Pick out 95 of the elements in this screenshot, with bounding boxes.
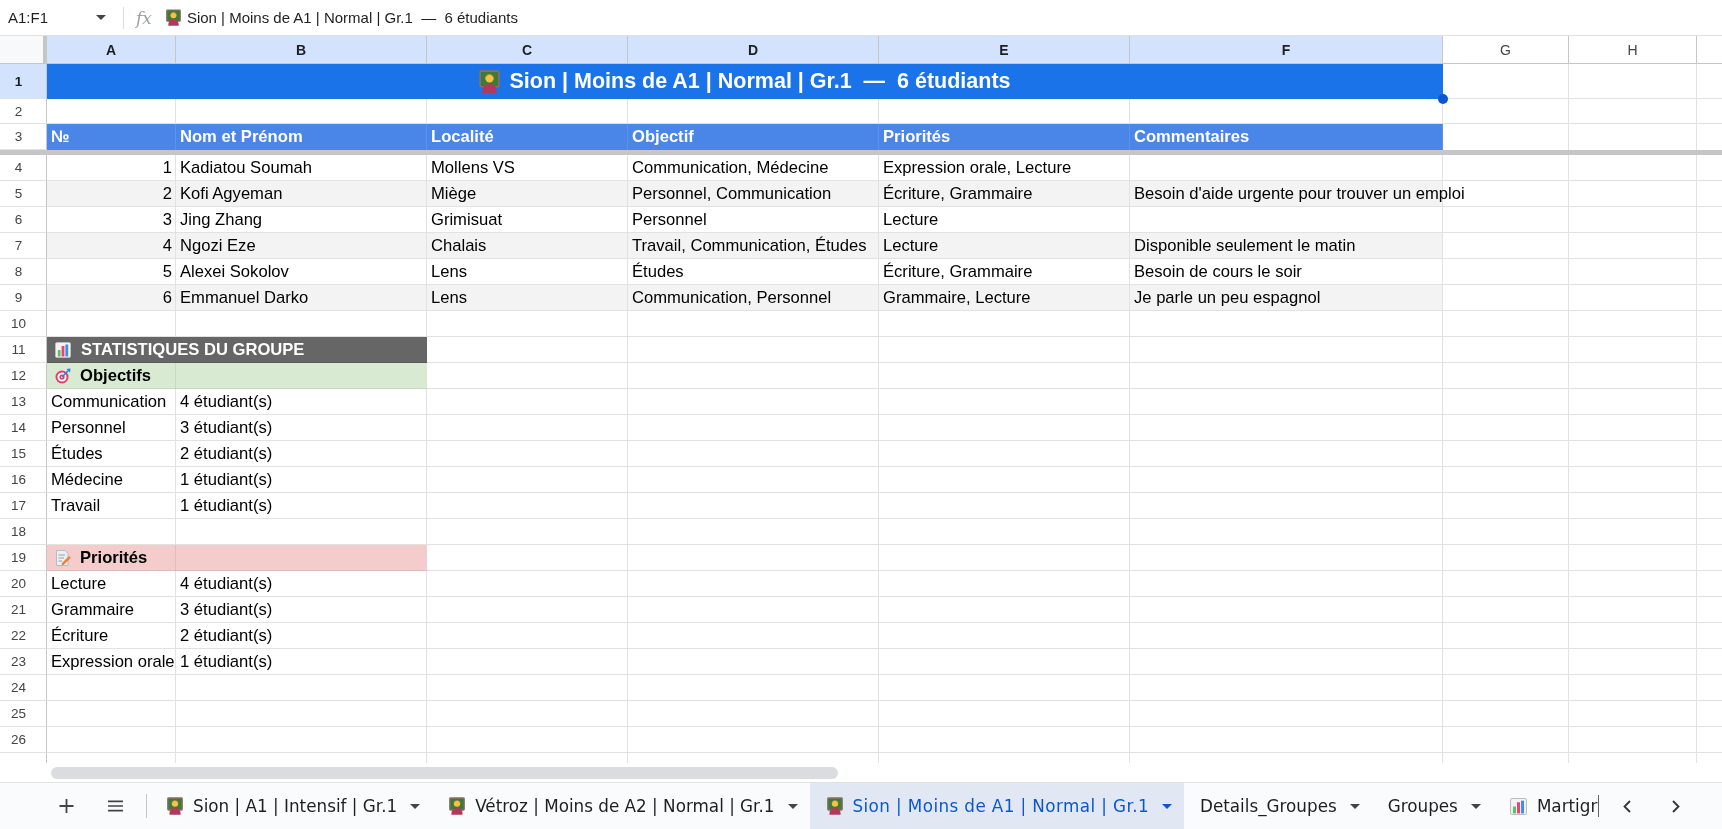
stat-count: 4 étudiant(s) xyxy=(180,392,273,412)
target-icon xyxy=(55,368,71,384)
stat-count: 3 étudiant(s) xyxy=(180,418,273,438)
table-cell: Communication, Personnel xyxy=(632,288,832,308)
sheet-tab[interactable]: Groupes xyxy=(1371,783,1493,829)
teacher-icon xyxy=(165,9,181,26)
stat-count: 2 étudiant(s) xyxy=(180,626,273,646)
formula-input[interactable]: Sion | Moins de A1 | Normal | Gr.1 — 6 étudiants xyxy=(165,9,518,26)
chevron-left-icon xyxy=(1623,799,1632,813)
column-letter[interactable]: B xyxy=(176,36,427,64)
table-header: Commentaires xyxy=(1130,124,1443,150)
stat-label: Travail xyxy=(51,496,101,516)
section-title: Priorités xyxy=(80,548,148,568)
table-cell: Expression orale, Lecture xyxy=(883,158,1072,178)
sheet-title: Sion | Moins de A1 | Normal | Gr.1 — 6 étudiants xyxy=(509,69,1011,94)
table-cell: Lens xyxy=(431,288,467,308)
stat-count: 2 étudiant(s) xyxy=(180,444,273,464)
chevron-right-icon xyxy=(1672,799,1681,813)
sheet-tab[interactable]: Sion | A1 | Intensif | Gr.1 xyxy=(150,783,433,829)
table-cell: Lens xyxy=(431,262,467,282)
column-letter[interactable]: A xyxy=(47,36,176,64)
teacher-icon xyxy=(449,797,466,815)
name-box[interactable]: A1:F1 xyxy=(8,3,106,32)
stat-count: 3 étudiant(s) xyxy=(180,600,273,620)
table-cell: Écriture, Grammaire xyxy=(883,184,1033,204)
stat-label: Lecture xyxy=(51,574,107,594)
table-cell: Mollens VS xyxy=(431,158,515,178)
cell-grid[interactable] xyxy=(0,36,1722,763)
table-cell: Écriture, Grammaire xyxy=(883,262,1033,282)
table-cell: 5 xyxy=(162,262,172,282)
stat-label: Personnel xyxy=(51,418,126,438)
fx-label: fx xyxy=(136,7,152,28)
fill-handle[interactable] xyxy=(1438,94,1448,104)
table-cell: Besoin d'aide urgente pour trouver un emploi xyxy=(1134,184,1465,204)
bar-chart-icon xyxy=(1509,797,1527,815)
sheet-tab[interactable]: Vétroz | Moins de A2 | Normal | Gr.1 xyxy=(432,783,810,829)
bar-chart-icon xyxy=(55,341,71,358)
stat-count: 4 étudiant(s) xyxy=(180,574,273,594)
stats-title: STATISTIQUES DU GROUPE xyxy=(81,339,305,360)
table-cell: Besoin de cours le soir xyxy=(1134,262,1302,282)
stat-label: Médecine xyxy=(51,470,123,490)
table-header: Nom et Prénom xyxy=(176,124,427,150)
table-cell: Lecture xyxy=(883,210,939,230)
table-cell: Communication, Médecine xyxy=(632,158,829,178)
table-cell: Lecture xyxy=(883,236,939,256)
memo-icon xyxy=(55,550,71,566)
table-cell: Emmanuel Darko xyxy=(180,288,309,308)
table-cell: Grimisuat xyxy=(431,210,502,230)
teacher-icon xyxy=(167,797,183,815)
table-cell: Disponible seulement le matin xyxy=(1134,236,1356,256)
table-cell: Miège xyxy=(431,184,477,204)
table-cell: Grammaire, Lecture xyxy=(883,288,1031,308)
table-header: Localité xyxy=(427,124,628,150)
table-cell: Jing Zhang xyxy=(180,210,263,230)
horizontal-scrollbar[interactable] xyxy=(51,767,838,779)
column-letter[interactable]: F xyxy=(1130,36,1443,64)
row-number[interactable]: 1 xyxy=(0,64,47,99)
stat-count: 1 étudiant(s) xyxy=(180,496,273,516)
section-title: Objectifs xyxy=(80,366,151,386)
stat-count: 1 étudiant(s) xyxy=(180,652,273,672)
teacher-icon xyxy=(826,797,843,815)
table-header: Objectif xyxy=(628,124,879,150)
column-letter[interactable]: C xyxy=(427,36,628,64)
table-header: Priorités xyxy=(879,124,1130,150)
caret-icon xyxy=(96,15,106,20)
stat-label: Grammaire xyxy=(51,600,134,620)
sheet-tab[interactable]: Details_Groupes xyxy=(1183,783,1372,829)
table-cell: Kadiatou Soumah xyxy=(180,158,312,178)
table-cell: Études xyxy=(632,262,684,282)
stat-label: Expression orale xyxy=(51,652,175,672)
table-cell: Je parle un peu espagnol xyxy=(1134,288,1321,308)
table-cell: Alexei Sokolov xyxy=(180,262,289,282)
table-cell: Chalais xyxy=(431,236,487,256)
sheet-tab[interactable]: Martigr xyxy=(1492,783,1599,829)
table-cell: 3 xyxy=(162,210,172,230)
table-cell: Ngozi Eze xyxy=(180,236,256,256)
table-cell: 1 xyxy=(162,158,172,178)
sheet-tab[interactable]: Sion | Moins de A1 | Normal | Gr.1 xyxy=(809,783,1184,829)
stat-label: Écriture xyxy=(51,626,109,646)
table-cell: Kofi Agyeman xyxy=(180,184,283,204)
teacher-icon xyxy=(479,70,501,93)
table-cell: 6 xyxy=(162,288,172,308)
stat-label: Communication xyxy=(51,392,167,412)
column-letter[interactable]: D xyxy=(628,36,879,64)
table-cell: 2 xyxy=(162,184,172,204)
column-letter[interactable]: E xyxy=(879,36,1130,64)
stat-count: 1 étudiant(s) xyxy=(180,470,273,490)
table-cell: Travail, Communication, Études xyxy=(632,236,867,256)
table-cell: Personnel xyxy=(632,210,707,230)
table-cell: 4 xyxy=(162,236,172,256)
table-header: № xyxy=(47,124,176,150)
table-cell: Personnel, Communication xyxy=(632,184,832,204)
menu-icon xyxy=(107,799,123,813)
plus-icon xyxy=(58,799,74,813)
stat-label: Études xyxy=(51,444,103,464)
